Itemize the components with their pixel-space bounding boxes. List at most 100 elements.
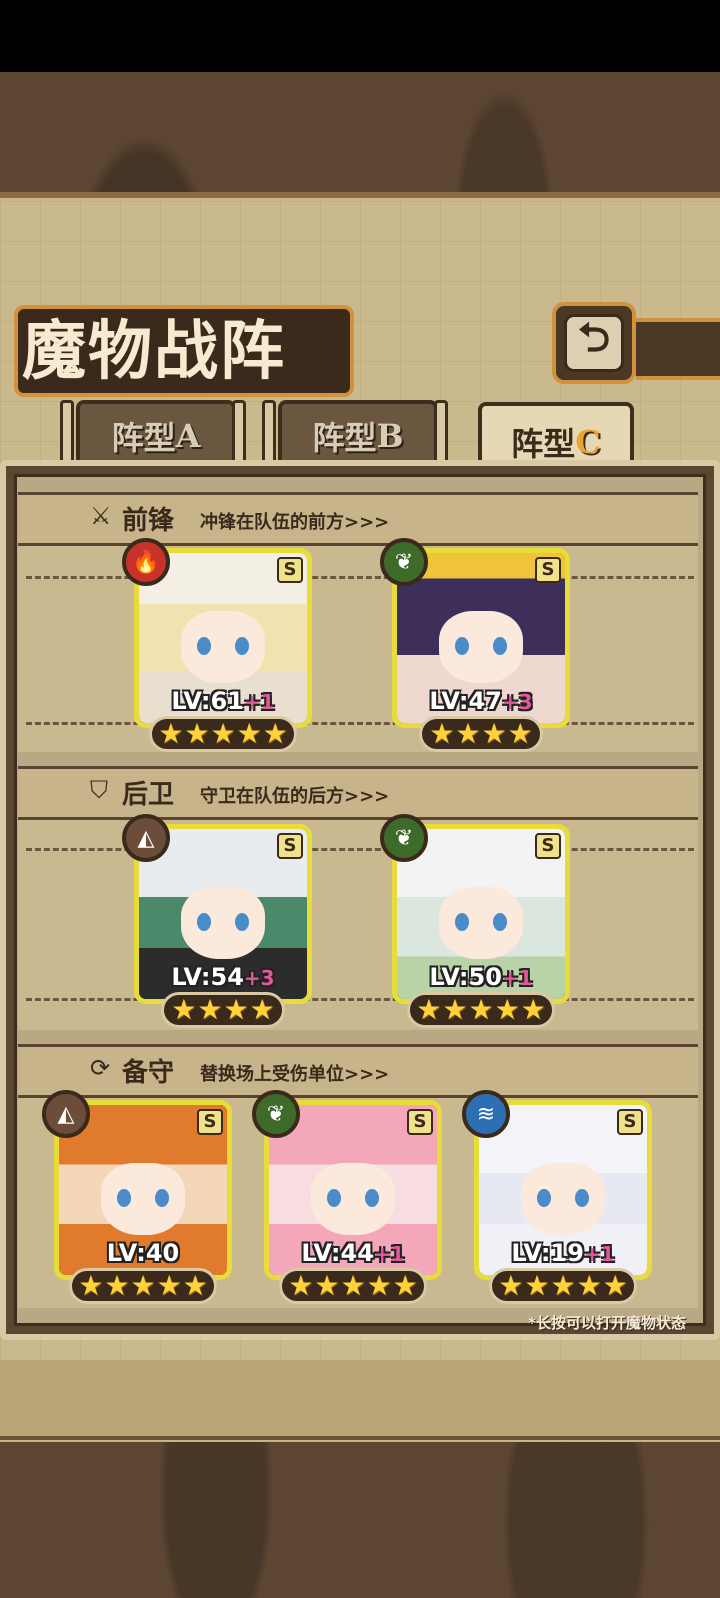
nature-element-icon: ❦ (380, 814, 428, 862)
level-bonus: +3 (243, 966, 275, 990)
star-rating: ★ ★ ★ ★ ★ (69, 1268, 217, 1304)
section-desc-rear: 守卫在队伍的后方>>> (200, 786, 390, 807)
star-rating: ★ ★ ★ ★ ★ (489, 1268, 637, 1304)
rank-badge: S (617, 1109, 643, 1135)
unit-level: LV:54+3 (139, 963, 307, 991)
section-title-reserve: 备守 (122, 1058, 175, 1088)
section-desc-front: 冲锋在队伍的前方>>> (200, 512, 390, 533)
back-button-rail (636, 318, 720, 380)
panel-bottom-edge (0, 1360, 720, 1440)
star-icon: ★ (288, 1269, 314, 1302)
star-rating: ★ ★ ★ ★ ★ (279, 1268, 427, 1304)
level-bonus: +3 (501, 690, 533, 714)
level-value: LV:54 (171, 963, 244, 991)
level-value: LV:47 (429, 687, 502, 715)
star-icon: ★ (156, 1269, 182, 1302)
star-icon: ★ (262, 717, 288, 750)
return-arrow-icon: ⮌ (564, 314, 624, 372)
star-icon: ★ (184, 717, 210, 750)
section-title-front: 前锋 (122, 506, 175, 536)
star-icon: ★ (210, 717, 236, 750)
star-icon: ★ (78, 1269, 104, 1302)
star-icon: ★ (392, 1269, 418, 1302)
rank-badge: S (535, 557, 561, 583)
section-desc-reserve: 替换场上受伤单位>>> (200, 1064, 390, 1085)
level-bonus: +1 (501, 966, 533, 990)
star-icon: ★ (507, 717, 533, 750)
tab-label: 阵型 (312, 419, 377, 457)
section-title-rear: 后卫 (122, 780, 175, 810)
star-icon: ★ (197, 993, 223, 1026)
level-value: LV:61 (171, 687, 244, 715)
level-bonus: +1 (583, 1242, 615, 1266)
unit-level: LV:40 (59, 1239, 227, 1267)
star-icon: ★ (494, 993, 520, 1026)
star-icon: ★ (249, 993, 275, 1026)
star-icon: ★ (481, 717, 507, 750)
nature-element-icon: ❦ (252, 1090, 300, 1138)
long-press-hint: *长按可以打开魔物状态 (528, 1314, 686, 1332)
tab-letter: A (175, 417, 201, 455)
page-title: 魔物战阵 (22, 314, 286, 389)
back-button[interactable]: ⮌ (552, 302, 636, 384)
shield-icon: ⛉ (90, 776, 108, 804)
star-icon: ★ (520, 993, 546, 1026)
tab-post (262, 400, 276, 468)
level-value: LV:44 (301, 1239, 374, 1267)
tab-letter: C (575, 423, 601, 461)
star-icon: ★ (130, 1269, 156, 1302)
tab-label: 阵型 (511, 425, 576, 463)
star-rating: ★ ★ ★ ★ (419, 716, 543, 752)
level-bonus: +1 (373, 1242, 405, 1266)
rank-badge: S (277, 833, 303, 859)
star-icon: ★ (498, 1269, 524, 1302)
earth-element-icon: ◭ (42, 1090, 90, 1138)
unit-level: LV:61+1 (139, 687, 307, 715)
earth-element-icon: ◭ (122, 814, 170, 862)
star-icon: ★ (236, 717, 262, 750)
rank-badge: S (535, 833, 561, 859)
level-bonus: +1 (243, 690, 275, 714)
sword-icon: ⚔ (90, 502, 112, 530)
rank-badge: S (407, 1109, 433, 1135)
level-value: LV:50 (429, 963, 502, 991)
star-icon: ★ (340, 1269, 366, 1302)
rank-badge: S (277, 557, 303, 583)
tab-formation-b[interactable]: 阵型 B (278, 400, 438, 468)
star-icon: ★ (468, 993, 494, 1026)
star-rating: ★ ★ ★ ★ (161, 992, 285, 1028)
star-icon: ★ (550, 1269, 576, 1302)
status-bar (0, 0, 720, 72)
star-rating: ★ ★ ★ ★ ★ (407, 992, 555, 1028)
star-icon: ★ (576, 1269, 602, 1302)
fire-element-icon: 🔥 (122, 538, 170, 586)
swap-icon: ⟳ (90, 1054, 111, 1082)
tab-letter: B (376, 417, 404, 455)
level-value: LV:40 (106, 1239, 180, 1267)
unit-level: LV:44+1 (269, 1239, 437, 1267)
star-icon: ★ (158, 717, 184, 750)
star-icon: ★ (429, 717, 455, 750)
star-icon: ★ (182, 1269, 208, 1302)
tab-post (434, 400, 448, 468)
level-value: LV:19 (511, 1239, 584, 1267)
star-icon: ★ (442, 993, 468, 1026)
unit-level: LV:50+1 (397, 963, 565, 991)
tab-post (60, 400, 74, 468)
star-icon: ★ (171, 993, 197, 1026)
unit-level: LV:19+1 (479, 1239, 647, 1267)
unit-level: LV:47+3 (397, 687, 565, 715)
tab-label: 阵型 (111, 419, 176, 457)
star-icon: ★ (104, 1269, 130, 1302)
rank-badge: S (197, 1109, 223, 1135)
star-icon: ★ (366, 1269, 392, 1302)
water-element-icon: ≋ (462, 1090, 510, 1138)
star-icon: ★ (314, 1269, 340, 1302)
tab-post (232, 400, 246, 468)
nature-element-icon: ❦ (380, 538, 428, 586)
star-icon: ★ (602, 1269, 628, 1302)
star-rating: ★ ★ ★ ★ ★ (149, 716, 297, 752)
star-icon: ★ (524, 1269, 550, 1302)
star-icon: ★ (416, 993, 442, 1026)
tab-formation-a[interactable]: 阵型 A (76, 400, 236, 468)
